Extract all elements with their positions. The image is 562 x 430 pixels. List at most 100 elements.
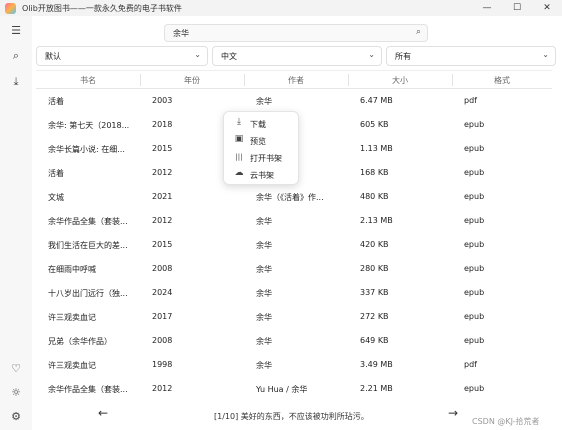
column-header-title[interactable]: 书名 [36, 75, 140, 86]
book-title: 活着 [48, 169, 64, 178]
book-title: 文城 [48, 193, 64, 202]
theme-icon[interactable]: ☼ [8, 384, 24, 400]
book-format: pdf [464, 96, 477, 105]
language-select-value: 中文 [221, 52, 237, 61]
book-title: 在细雨中呼喊 [48, 265, 96, 274]
book-size: 2.21 MB [360, 384, 393, 393]
table-row[interactable]: 许三观卖血记 2017 余华 272 KB epub [36, 305, 552, 329]
book-size: 272 KB [360, 312, 389, 321]
book-year: 2015 [152, 144, 173, 153]
book-size: 6.47 MB [360, 96, 393, 105]
table-row[interactable]: 兄弟（余华作品） 2008 余华 649 KB epub [36, 329, 552, 353]
book-title: 许三观卖血记 [48, 361, 96, 370]
table-row[interactable]: 文城 2021 余华（《活着》作... 480 KB epub [36, 185, 552, 209]
book-format: epub [464, 168, 485, 177]
book-year: 2008 [152, 336, 173, 345]
sort-select-value: 默认 [45, 52, 61, 61]
context-menu-item-open-shelf[interactable]: ||| 打开书架 [224, 149, 300, 166]
search-query: 余华 [173, 29, 189, 38]
table-row[interactable]: 余华作品全集（套装... 2012 余华 2.13 MB epub [36, 209, 552, 233]
context-menu-item-preview[interactable]: ▣ 预览 [224, 132, 300, 149]
previous-page-button[interactable]: ← [98, 406, 108, 420]
book-year: 2018 [152, 120, 173, 129]
chevron-down-icon: ⌄ [542, 50, 549, 59]
book-format: epub [464, 240, 485, 249]
book-title: 余华长篇小说: 在细... [48, 145, 125, 154]
book-title: 活着 [48, 97, 64, 106]
book-author: 余华 [256, 97, 272, 106]
next-page-button[interactable]: → [448, 406, 458, 420]
table-row[interactable]: 在细雨中呼喊 2008 余华 280 KB epub [36, 257, 552, 281]
book-format: epub [464, 288, 485, 297]
table-header: 书名 年份 作者 大小 格式 [36, 71, 552, 89]
book-size: 2.13 MB [360, 216, 393, 225]
search-input[interactable]: 余华 ⌕ [164, 24, 428, 42]
menu-icon[interactable]: ☰ [8, 22, 24, 38]
book-size: 337 KB [360, 288, 389, 297]
column-header-size[interactable]: 大小 [348, 75, 452, 86]
table-row[interactable]: 十八岁出门远行（独... 2024 余华 337 KB epub [36, 281, 552, 305]
download-icon: ⤓ [237, 117, 241, 127]
book-author: 余华 [256, 241, 272, 250]
book-size: 649 KB [360, 336, 389, 345]
window-title: Olib开放图书——一款永久免费的电子书软件 [22, 3, 182, 13]
book-year: 2021 [152, 192, 173, 201]
search-nav-icon[interactable]: ⌕ [8, 48, 24, 64]
search-icon[interactable]: ⌕ [416, 27, 421, 37]
table-row[interactable]: 活着 2003 余华 6.47 MB pdf [36, 89, 552, 113]
title-bar: Olib开放图书——一款永久免费的电子书软件 — ☐ ✕ [0, 0, 562, 16]
context-menu-label: 预览 [250, 137, 266, 146]
maximize-button[interactable]: ☐ [502, 0, 532, 16]
language-select[interactable]: 中文 ⌄ [212, 46, 382, 66]
book-format: epub [464, 312, 485, 321]
format-select[interactable]: 所有 ⌄ [386, 46, 556, 66]
book-author: 余华 [256, 337, 272, 346]
column-header-author[interactable]: 作者 [244, 75, 348, 86]
book-year: 2008 [152, 264, 173, 273]
context-menu-item-download[interactable]: ⤓ 下载 [224, 115, 300, 132]
book-format: pdf [464, 360, 477, 369]
close-button[interactable]: ✕ [532, 0, 562, 16]
main-panel: 余华 ⌕ 默认 ⌄ 中文 ⌄ 所有 ⌄ 书名 年份 作者 大小 格式 活着 20… [32, 16, 562, 430]
context-menu-label: 云书架 [250, 171, 274, 180]
book-author: Yu Hua / 余华 [256, 385, 308, 394]
window-controls: — ☐ ✕ [472, 0, 562, 16]
book-author: 余华（《活着》作... [256, 193, 324, 202]
cloud-icon: ☁ [234, 168, 244, 178]
book-year: 2017 [152, 312, 173, 321]
book-year: 2015 [152, 240, 173, 249]
download-nav-icon[interactable]: ⤓ [8, 74, 24, 90]
book-format: epub [464, 336, 485, 345]
book-title: 我们生活在巨大的差... [48, 241, 128, 250]
context-menu-item-cloud-shelf[interactable]: ☁ 云书架 [224, 166, 300, 183]
context-menu-label: 打开书架 [250, 154, 282, 163]
book-format: epub [464, 216, 485, 225]
table-row[interactable]: 余华作品全集（套装... 2012 Yu Hua / 余华 2.21 MB ep… [36, 377, 552, 401]
chevron-down-icon: ⌄ [368, 50, 375, 59]
book-format: epub [464, 120, 485, 129]
settings-icon[interactable]: ⚙ [8, 408, 24, 424]
sort-select[interactable]: 默认 ⌄ [36, 46, 208, 66]
book-author: 余华 [256, 217, 272, 226]
app-logo [5, 2, 16, 14]
book-author: 余华 [256, 313, 272, 322]
book-year: 2003 [152, 96, 173, 105]
minimize-button[interactable]: — [472, 0, 502, 16]
book-year: 2012 [152, 216, 173, 225]
table-row[interactable]: 许三观卖血记 1998 余华 3.49 MB pdf [36, 353, 552, 377]
watermark: CSDN @KJ-拾荒者 [472, 417, 540, 426]
column-header-year[interactable]: 年份 [140, 75, 244, 86]
heart-icon[interactable]: ♡ [8, 360, 24, 376]
book-format: epub [464, 144, 485, 153]
book-year: 2012 [152, 168, 173, 177]
book-year: 2012 [152, 384, 173, 393]
book-size: 3.49 MB [360, 360, 393, 369]
column-header-format[interactable]: 格式 [452, 75, 552, 86]
book-format: epub [464, 264, 485, 273]
bookshelf-icon: ||| [235, 153, 243, 161]
format-select-value: 所有 [395, 52, 411, 61]
book-title: 余华作品全集（套装... [48, 217, 128, 226]
page-indicator: [1/10] 美好的东西，不应该被功利所玷污。 [214, 412, 369, 421]
book-title: 兄弟（余华作品） [48, 337, 112, 346]
table-row[interactable]: 我们生活在巨大的差... 2015 余华 420 KB epub [36, 233, 552, 257]
